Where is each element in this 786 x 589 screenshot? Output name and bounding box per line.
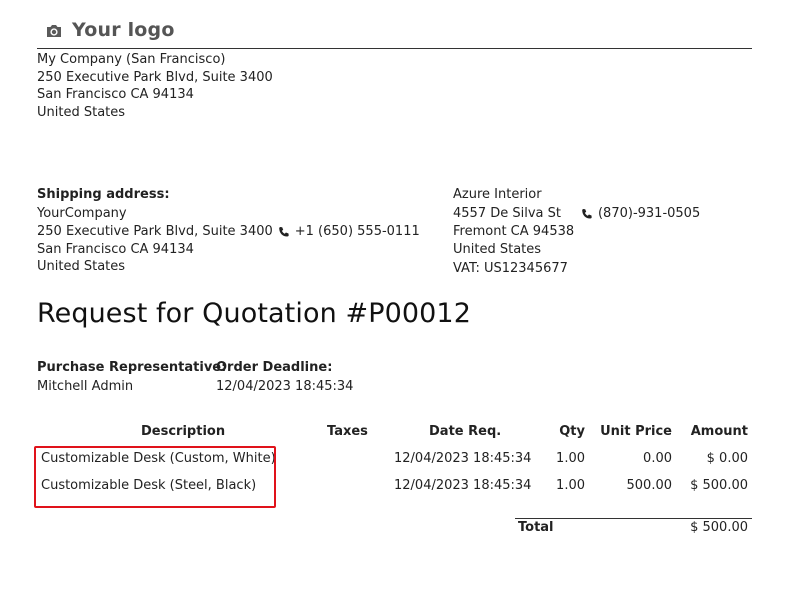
- header-qty: Qty: [559, 424, 585, 439]
- row-date: 12/04/2023 18:45:34: [394, 478, 532, 493]
- total-label: Total: [518, 520, 554, 535]
- camera-icon: [47, 24, 61, 37]
- vendor-vat: VAT: US12345677: [453, 261, 568, 276]
- rep-value: Mitchell Admin: [37, 379, 134, 394]
- header-taxes: Taxes: [327, 424, 368, 439]
- deadline-value: 12/04/2023 18:45:34: [216, 379, 354, 394]
- row-date: 12/04/2023 18:45:34: [394, 451, 532, 466]
- row-amount: $ 500.00: [690, 478, 748, 493]
- logo-text: Your logo: [72, 19, 175, 41]
- vendor-country: United States: [453, 241, 542, 257]
- purchase-representative: Purchase Representative: Mitchell Admin: [37, 359, 226, 397]
- row-qty: 1.00: [556, 478, 585, 493]
- company-country: United States: [37, 104, 126, 120]
- header-date: Date Req.: [429, 424, 502, 439]
- header-unit-price: Unit Price: [600, 424, 672, 439]
- vendor-address: Azure Interior 4557 De Silva St (870)-93…: [453, 185, 700, 279]
- vendor-street-row: 4557 De Silva St (870)-931-0505: [453, 204, 700, 223]
- vendor-street: 4557 De Silva St: [453, 206, 561, 221]
- shipping-country: United States: [37, 259, 126, 274]
- company-name: My Company (San Francisco): [37, 52, 226, 67]
- row-unit-price: 500.00: [626, 478, 673, 493]
- rep-label: Purchase Representative:: [37, 360, 227, 375]
- header-description: Description: [141, 424, 226, 439]
- shipping-address: Shipping address: YourCompany 250 Execut…: [37, 185, 420, 276]
- phone-icon: [582, 208, 592, 218]
- phone-icon: [278, 226, 289, 237]
- shipping-label: Shipping address:: [37, 187, 170, 202]
- header-amount: Amount: [690, 424, 748, 439]
- row-qty: 1.00: [556, 451, 585, 466]
- company-street: 250 Executive Park Blvd, Suite 3400: [37, 69, 273, 85]
- description-highlight-box: [34, 446, 276, 508]
- order-deadline: Order Deadline: 12/04/2023 18:45:34: [216, 359, 353, 397]
- vendor-phone: (870)-931-0505: [597, 206, 701, 221]
- shipping-phone: +1 (650) 555-0111: [294, 224, 420, 239]
- document-title: Request for Quotation #P00012: [37, 298, 471, 329]
- deadline-label: Order Deadline:: [216, 360, 333, 375]
- vendor-city: Fremont CA 94538: [453, 224, 575, 239]
- total-value: $ 500.00: [690, 520, 748, 535]
- company-city: San Francisco CA 94134: [37, 87, 194, 102]
- shipping-name: YourCompany: [37, 206, 127, 221]
- shipping-street-row: 250 Executive Park Blvd, Suite 3400 +1 (…: [37, 223, 420, 241]
- company-address: My Company (San Francisco) 250 Executive…: [37, 51, 273, 121]
- shipping-city: San Francisco CA 94134: [37, 241, 194, 257]
- shipping-street: 250 Executive Park Blvd, Suite 3400: [37, 224, 273, 239]
- vendor-name: Azure Interior: [453, 187, 542, 202]
- total-divider: [515, 518, 752, 519]
- company-logo: Your logo: [45, 15, 175, 45]
- header-divider: [37, 48, 752, 49]
- row-unit-price: 0.00: [643, 451, 672, 466]
- row-amount: $ 0.00: [706, 451, 748, 466]
